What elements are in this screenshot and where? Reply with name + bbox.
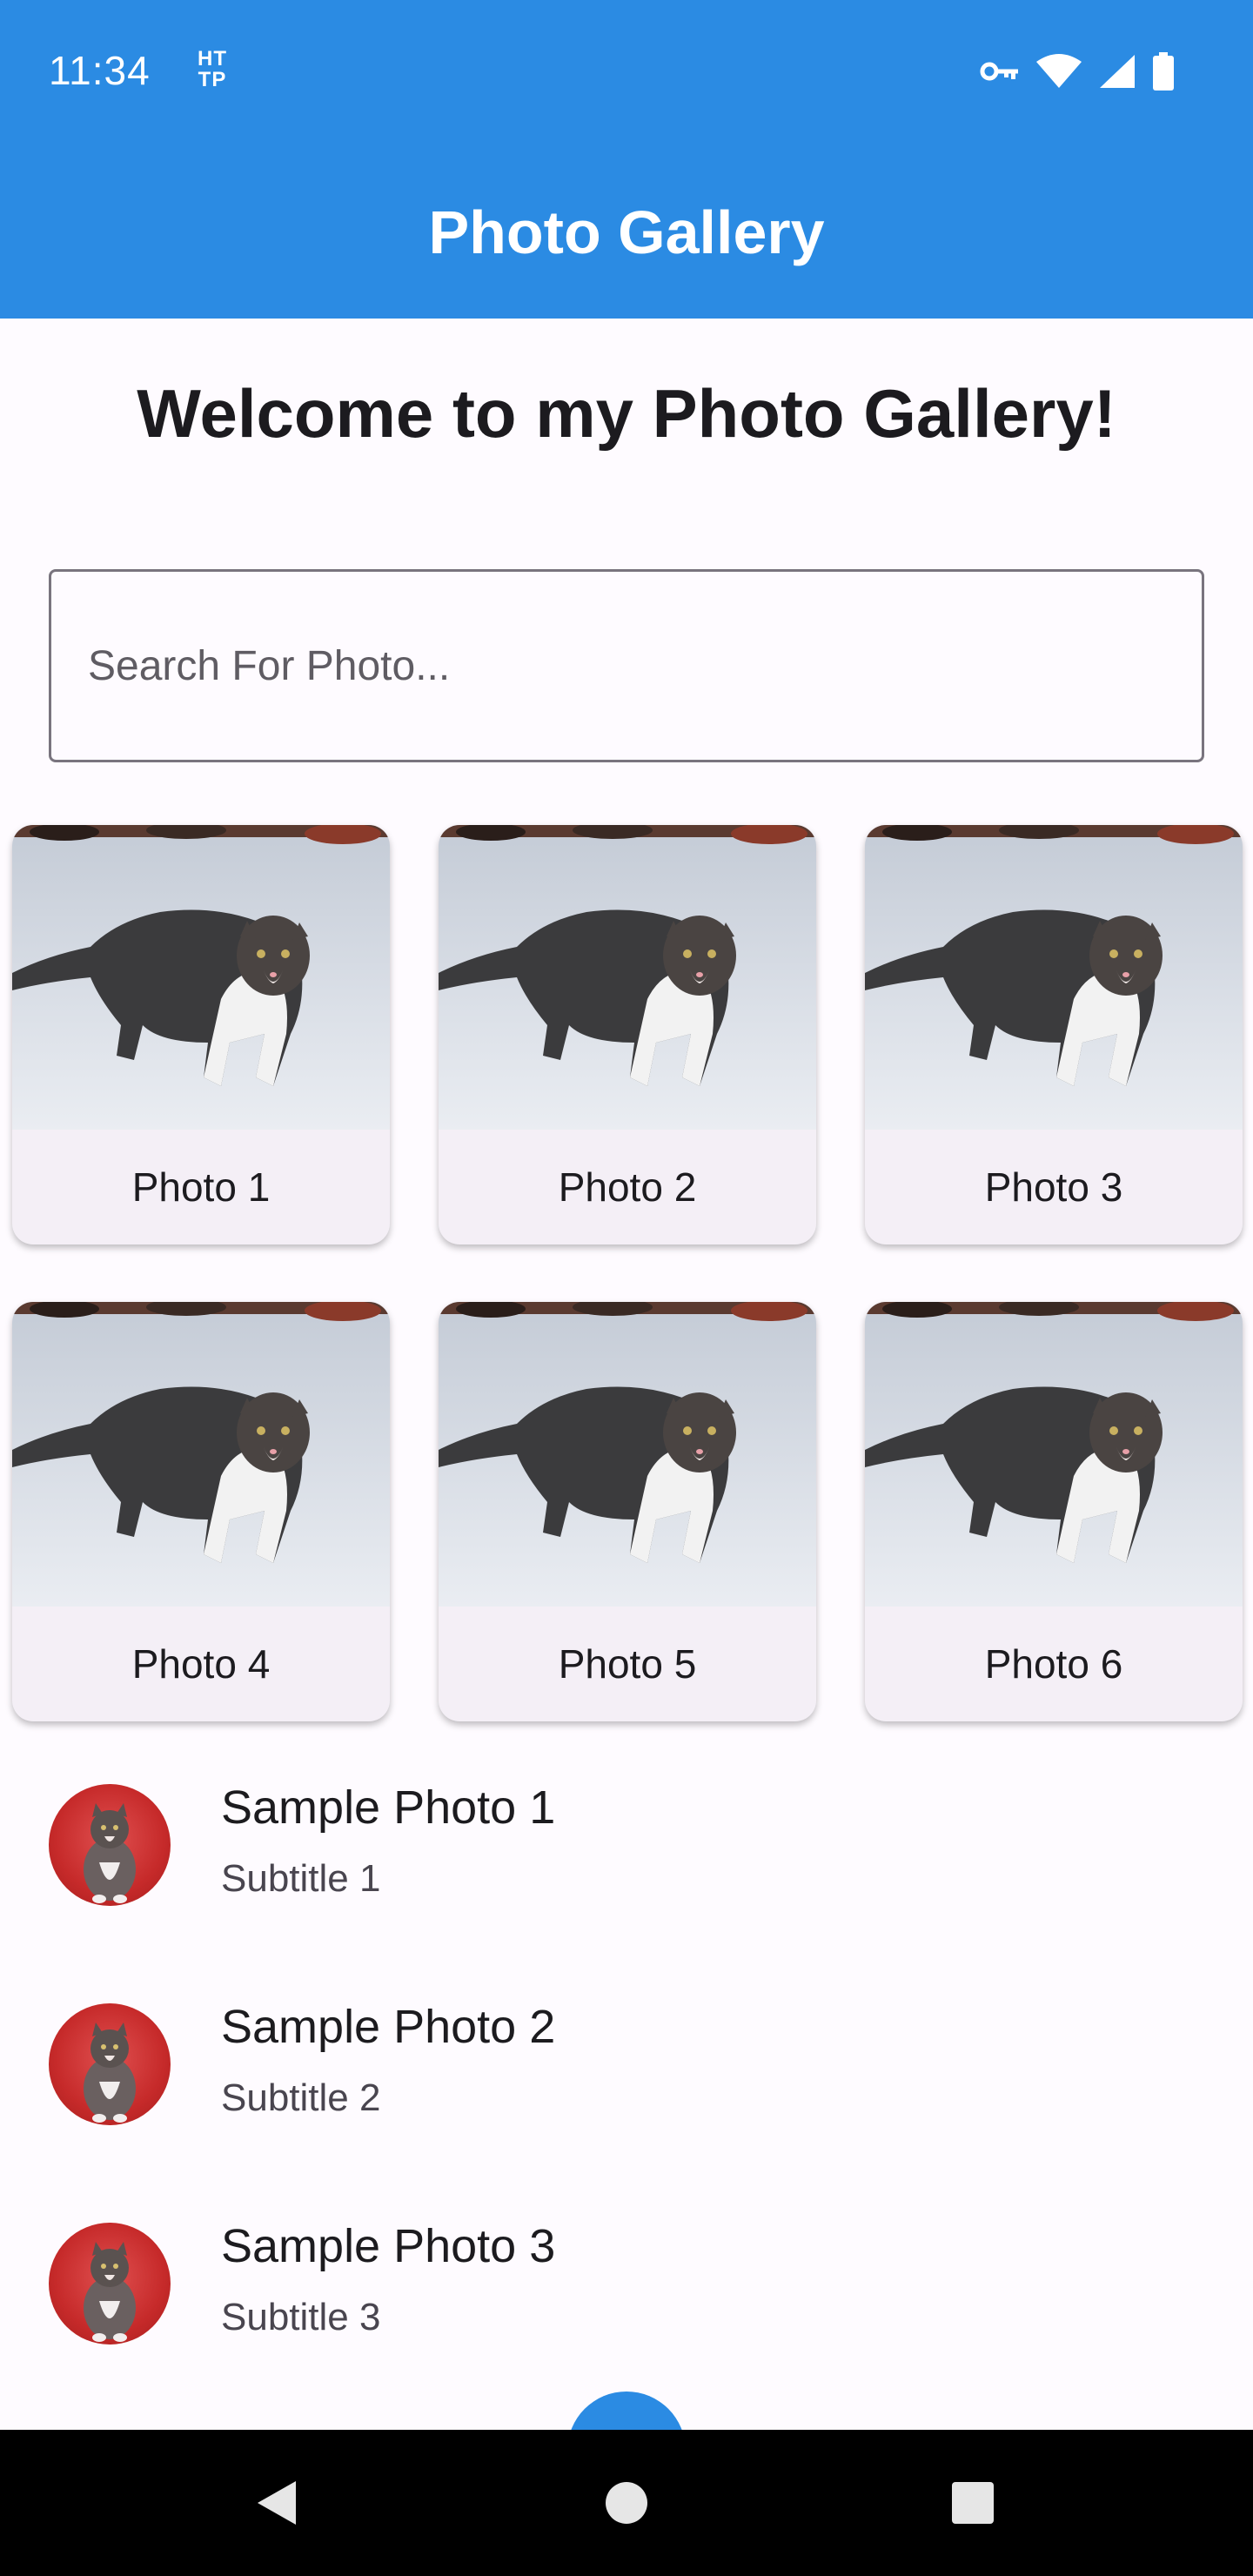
system-icons [980,52,1175,91]
app-title: Photo Gallery [428,198,825,266]
cat-photo-image [865,825,1243,1086]
photo-label: Photo 4 [131,1641,271,1687]
cat-avatar-image [84,1803,136,1903]
list-item-subtitle: Subtitle 1 [221,1857,381,1900]
search-placeholder: Search For Photo... [88,642,451,689]
list-item[interactable]: Sample Photo 2 Subtitle 2 [0,1969,1253,2188]
cat-photo-image [439,825,816,1086]
cat-photo-image [12,825,390,1086]
photo-card[interactable]: Photo 6 [865,1302,1243,1721]
back-icon [258,2481,296,2525]
photo-card[interactable]: Photo 3 [865,825,1243,1244]
status-time: 11:34 [49,48,151,93]
photo-thumbnail [439,1302,816,1607]
photo-label: Photo 6 [984,1641,1123,1687]
photo-label: Photo 2 [558,1164,697,1210]
signal-icon [1100,55,1135,88]
http-icon: HT TP [198,47,227,91]
list-item-title: Sample Photo 3 [221,2220,556,2272]
cat-avatar-image [84,2242,136,2342]
photo-card[interactable]: Photo 1 [12,825,390,1244]
home-button[interactable] [592,2468,661,2538]
photo-thumbnail [12,1302,390,1607]
list-item-title: Sample Photo 2 [221,2001,556,2053]
photo-thumbnail [439,825,816,1130]
list-item[interactable]: Sample Photo 3 Subtitle 3 [0,2188,1253,2407]
photo-card[interactable]: Photo 5 [439,1302,816,1721]
vpn-key-icon [980,62,1018,81]
photo-thumbnail [12,825,390,1130]
avatar [49,2223,171,2345]
battery-icon [1153,52,1174,91]
home-icon [606,2482,647,2524]
photo-thumbnail [865,1302,1243,1607]
photo-card[interactable]: Photo 2 [439,825,816,1244]
photo-label: Photo 5 [558,1641,697,1687]
cat-photo-image [12,1302,390,1563]
photo-thumbnail [865,825,1243,1130]
app-bar: Photo Gallery [0,146,1253,319]
navigation-bar [0,2430,1253,2576]
photo-label: Photo 1 [131,1164,271,1210]
photo-label: Photo 3 [984,1164,1123,1210]
cat-avatar-image [84,2023,136,2123]
wifi-icon [1036,54,1082,88]
recents-button[interactable] [938,2468,1008,2538]
photo-card[interactable]: Photo 4 [12,1302,390,1721]
list-item-title: Sample Photo 1 [221,1781,556,1834]
welcome-heading: Welcome to my Photo Gallery! [137,375,1116,452]
avatar [49,2003,171,2125]
cat-photo-image [865,1302,1243,1563]
back-button[interactable] [242,2468,312,2538]
search-input[interactable]: Search For Photo... [49,569,1204,762]
avatar [49,1784,171,1906]
cat-photo-image [439,1302,816,1563]
status-bar: 11:34 HT TP [0,0,1253,146]
list-item[interactable]: Sample Photo 1 Subtitle 1 [0,1749,1253,1969]
list-item-subtitle: Subtitle 2 [221,2076,381,2119]
list-item-subtitle: Subtitle 3 [221,2296,381,2338]
recents-icon [952,2482,994,2524]
